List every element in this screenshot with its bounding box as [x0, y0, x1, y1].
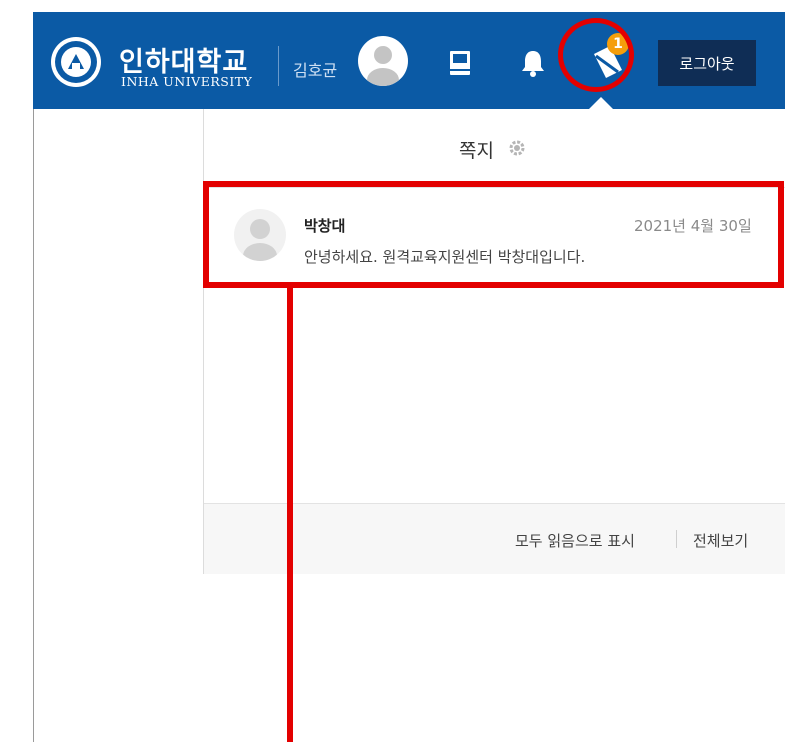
panel-header: 쪽지: [204, 109, 785, 188]
book-icon[interactable]: [449, 50, 471, 76]
university-subtitle: INHA UNIVERSITY: [121, 74, 253, 89]
top-navigation-bar: 인하대학교 INHA UNIVERSITY 김호균 1 로그아웃: [33, 12, 785, 109]
username[interactable]: 김호균: [293, 57, 337, 81]
bell-icon[interactable]: [520, 49, 546, 77]
user-avatar-icon[interactable]: [358, 36, 408, 86]
annotation-pointer-line: [287, 286, 293, 742]
view-all-link[interactable]: 전체보기: [693, 530, 748, 551]
university-seal-icon[interactable]: [50, 36, 102, 88]
gear-icon[interactable]: [509, 140, 525, 156]
dropdown-caret: [589, 97, 613, 109]
logout-button[interactable]: 로그아웃: [658, 40, 756, 86]
frame-border: [33, 12, 34, 742]
annotation-rectangle: [203, 181, 784, 288]
footer-divider: [676, 530, 677, 548]
mark-all-read-link[interactable]: 모두 읽음으로 표시: [515, 530, 635, 551]
annotation-circle: [558, 18, 634, 92]
panel-title: 쪽지: [459, 140, 494, 162]
header-divider: [278, 46, 279, 86]
